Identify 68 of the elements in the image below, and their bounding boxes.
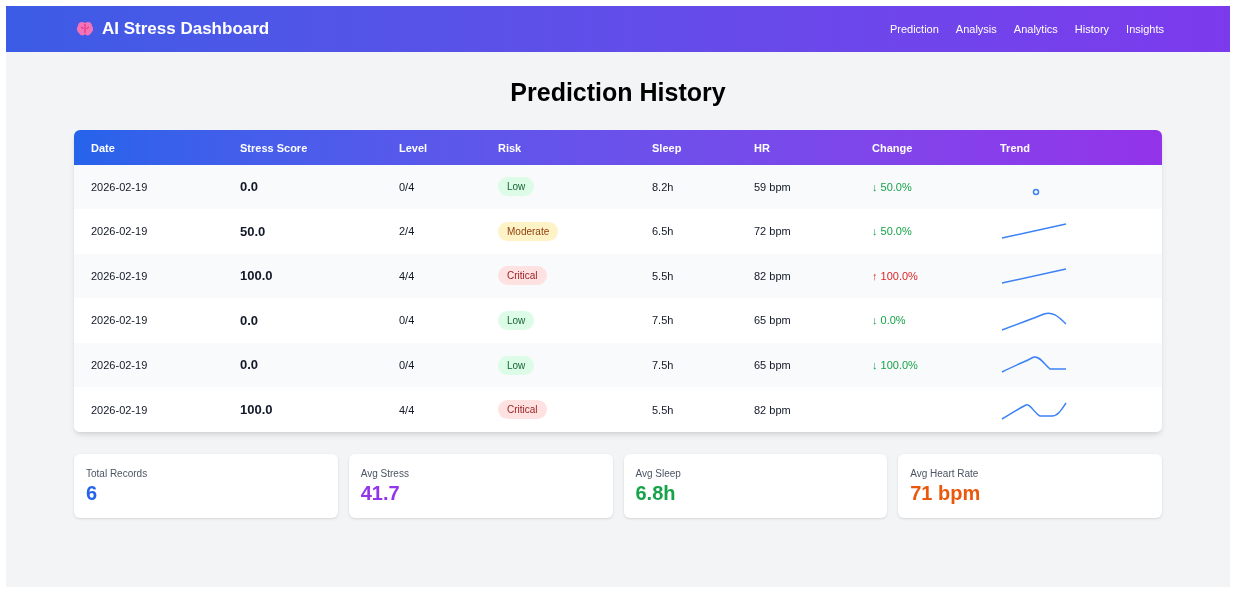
level-cell: 0/4	[399, 358, 415, 371]
brain-icon	[76, 21, 94, 37]
change-cell: ↓ 0.0%	[872, 314, 906, 327]
stat-label: Avg Stress	[360, 467, 410, 482]
level-cell: 2/4	[399, 225, 415, 238]
column-header: HR	[754, 142, 770, 154]
date-cell: 2026-02-19	[91, 358, 148, 371]
heart-rate-cell: 65 bpm	[754, 358, 791, 371]
risk-badge: Low	[498, 177, 535, 197]
column-header: Sleep	[652, 142, 682, 154]
column-header: Risk	[498, 142, 522, 154]
nav-link[interactable]: Analytics	[1013, 20, 1058, 38]
trend-dot-icon	[1032, 187, 1040, 196]
stat-label: Avg Heart Rate	[910, 467, 980, 482]
stress-score-cell: 0.0	[240, 312, 259, 328]
sleep-cell: 5.5h	[652, 269, 674, 282]
stress-score-cell: 100.0	[240, 268, 273, 284]
date-cell: 2026-02-19	[91, 269, 148, 282]
trend-sparkline	[1000, 309, 1068, 332]
nav-link[interactable]: Insights	[1126, 20, 1164, 38]
risk-badge: Low	[498, 355, 535, 375]
stat-value: 71 bpm	[910, 481, 982, 506]
level-cell: 0/4	[399, 180, 415, 193]
change-cell: ↑ 100.0%	[872, 269, 918, 282]
stress-score-cell: 50.0	[240, 223, 266, 239]
sleep-cell: 7.5h	[652, 314, 674, 327]
date-cell: 2026-02-19	[91, 225, 148, 238]
stat-value: 6	[86, 481, 99, 506]
heart-rate-cell: 59 bpm	[754, 180, 791, 193]
risk-badge: Low	[498, 311, 535, 331]
risk-badge: Critical	[498, 266, 547, 286]
heart-rate-cell: 65 bpm	[754, 314, 791, 327]
brand-title: AI Stress Dashboard	[102, 18, 270, 41]
date-cell: 2026-02-19	[91, 314, 148, 327]
stat-label: Total Records	[86, 467, 149, 482]
column-header: Change	[872, 142, 913, 154]
column-header: Level	[399, 142, 428, 154]
nav-link[interactable]: Analysis	[955, 20, 997, 38]
risk-badge: Moderate	[498, 221, 559, 241]
heart-rate-cell: 82 bpm	[754, 269, 791, 282]
heart-rate-cell: 72 bpm	[754, 225, 791, 238]
stat-label: Avg Sleep	[635, 467, 682, 482]
date-cell: 2026-02-19	[91, 403, 148, 416]
level-cell: 0/4	[399, 314, 415, 327]
page-title: Prediction History	[509, 77, 727, 108]
sleep-cell: 5.5h	[652, 403, 674, 416]
stress-score-cell: 0.0	[240, 179, 259, 195]
change-cell: ↓ 100.0%	[872, 358, 918, 371]
column-header: Stress Score	[240, 142, 308, 154]
column-header: Date	[91, 142, 115, 154]
column-header: Trend	[1000, 142, 1030, 154]
heart-rate-cell: 82 bpm	[754, 403, 791, 416]
level-cell: 4/4	[399, 403, 415, 416]
nav-link[interactable]: History	[1074, 20, 1110, 38]
stat-value: 41.7	[360, 481, 401, 506]
risk-badge: Critical	[498, 400, 547, 420]
nav-link[interactable]: Prediction	[889, 20, 939, 38]
sleep-cell: 7.5h	[652, 358, 674, 371]
stress-score-cell: 100.0	[240, 402, 273, 417]
stat-value: 6.8h	[635, 481, 677, 506]
change-cell: ↓ 50.0%	[872, 180, 912, 193]
change-cell: ↓ 50.0%	[872, 225, 912, 238]
sleep-cell: 8.2h	[652, 180, 674, 193]
date-cell: 2026-02-19	[91, 180, 148, 193]
trend-sparkline	[1000, 265, 1068, 287]
stress-score-cell: 0.0	[240, 357, 259, 373]
sleep-cell: 6.5h	[652, 225, 674, 238]
level-cell: 4/4	[399, 269, 415, 282]
